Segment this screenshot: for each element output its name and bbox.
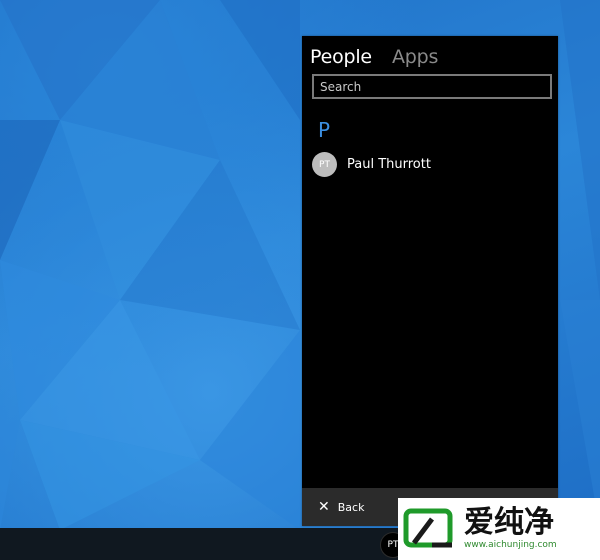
- search-input[interactable]: [312, 74, 552, 99]
- tab-people[interactable]: People: [310, 46, 372, 68]
- close-icon: ✕: [318, 499, 330, 515]
- watermark: 爱纯净 www.aichunjing.com: [398, 498, 600, 560]
- contact-name: Paul Thurrott: [347, 157, 431, 172]
- people-panel: People Apps P PT Paul Thurrott ✕ Back: [302, 36, 558, 526]
- watermark-title: 爱纯净: [464, 505, 554, 540]
- watermark-url: www.aichunjing.com: [464, 540, 557, 550]
- watermark-logo-icon: [403, 508, 453, 548]
- group-header-letter: P: [318, 118, 331, 142]
- people-panel-tabs: People Apps: [310, 46, 438, 68]
- back-button[interactable]: ✕ Back: [318, 500, 364, 514]
- back-label: Back: [337, 500, 365, 514]
- contact-item[interactable]: PT Paul Thurrott: [312, 152, 431, 177]
- avatar: PT: [312, 152, 337, 177]
- watermark-text: 爱纯净 www.aichunjing.com: [464, 505, 557, 551]
- tab-apps[interactable]: Apps: [392, 46, 438, 68]
